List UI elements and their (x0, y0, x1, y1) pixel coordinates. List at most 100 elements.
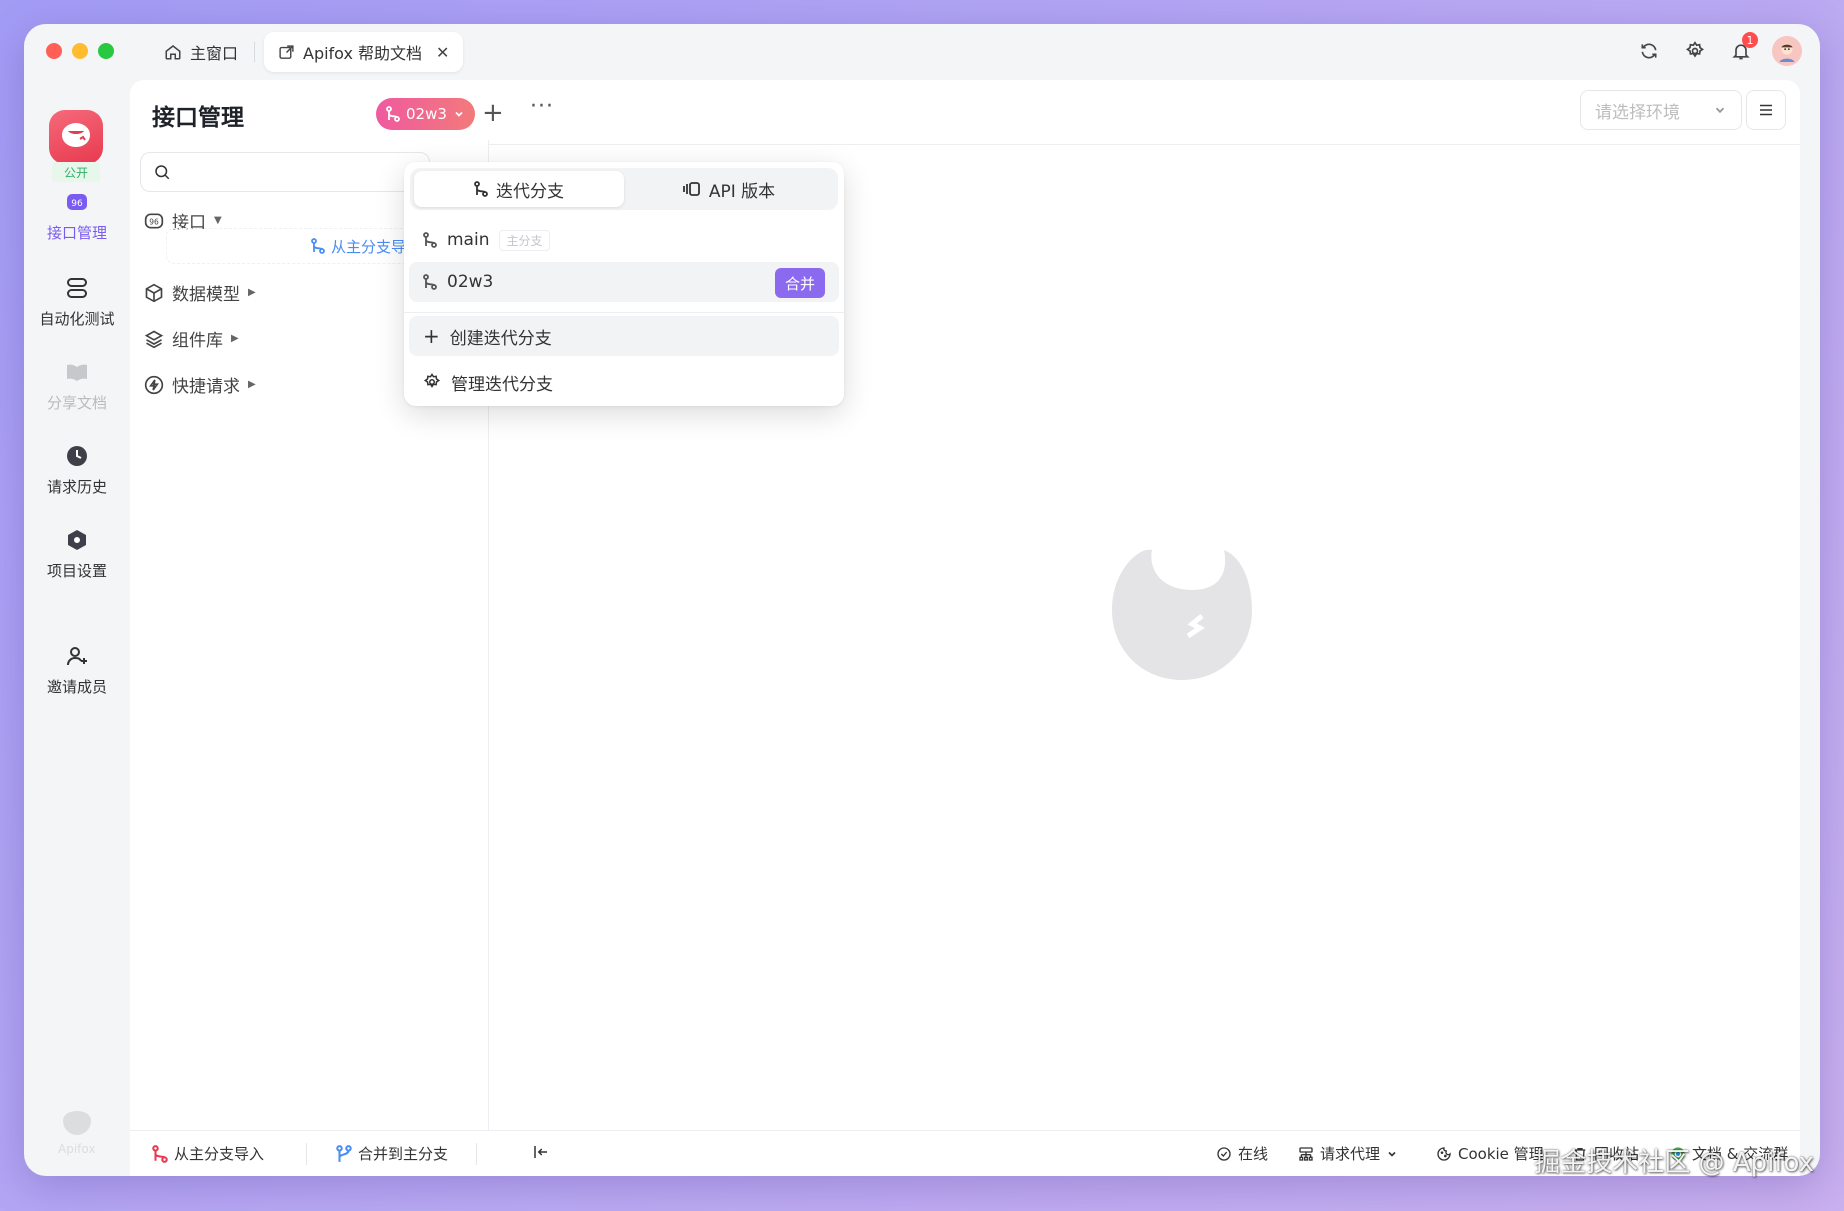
hamburger-menu-icon[interactable] (1746, 90, 1786, 130)
layers-icon (144, 330, 164, 348)
book-icon (67, 364, 87, 381)
collapse-sidebar-icon[interactable] (532, 1143, 550, 1161)
more-options-icon[interactable]: ··· (530, 94, 554, 119)
svg-text:96: 96 (149, 217, 159, 226)
add-button[interactable]: + (482, 98, 504, 128)
project-logo[interactable] (49, 110, 103, 164)
rail-item-label: 接口管理 (46, 224, 107, 242)
caret-right-icon[interactable]: ▶ (248, 287, 256, 298)
page-title: 接口管理 (152, 105, 244, 131)
brand-label: Apifox (58, 1142, 96, 1156)
rail-item-project-settings[interactable]: 项目设置 (24, 528, 130, 581)
bottom-merge-label: 合并到主分支 (358, 1145, 449, 1163)
seg-label: 迭代分支 (496, 181, 564, 202)
seg-label: API 版本 (708, 181, 776, 202)
online-label: 在线 (1238, 1145, 1269, 1163)
rail-item-request-history[interactable]: 请求历史 (24, 444, 130, 497)
check-circle-icon (1217, 1146, 1231, 1161)
create-branch-label: 创建迭代分支 (449, 328, 552, 349)
settings-gear-icon[interactable] (1680, 36, 1710, 66)
manage-branches-option[interactable]: 管理迭代分支 (409, 362, 839, 402)
branch-icon (152, 1144, 168, 1163)
branch-option-name: main (447, 230, 490, 250)
branch-switcher[interactable]: 02w3 (376, 98, 475, 130)
rail-item-share-docs[interactable]: 分享文档 (24, 360, 130, 413)
network-icon (1299, 1146, 1313, 1161)
bottom-import-label: 从主分支导入 (174, 1145, 265, 1163)
refresh-icon[interactable] (1634, 36, 1664, 66)
environment-select[interactable]: 请选择环境 (1580, 90, 1742, 130)
tab-api-version[interactable]: API 版本 (624, 171, 834, 207)
create-branch-option[interactable]: + 创建迭代分支 (409, 316, 839, 356)
home-icon (165, 45, 181, 60)
close-tab-icon[interactable]: ✕ (436, 43, 449, 62)
merge-icon (336, 1144, 352, 1162)
title-bar: 主窗口 Apifox 帮助文档 ✕ 1 (24, 24, 1820, 80)
api-icon: 96 (67, 194, 87, 210)
caret-right-icon[interactable]: ▶ (231, 333, 239, 344)
rail-item-api-management[interactable]: 96 接口管理 (24, 190, 130, 243)
maximize-window-button[interactable] (98, 43, 114, 59)
rail-item-label: 请求历史 (46, 478, 107, 496)
merge-to-main-button[interactable]: 合并到主分支 (336, 1143, 448, 1164)
branch-icon (386, 106, 400, 122)
rail-item-label: 邀请成员 (46, 678, 107, 696)
stack-icon (67, 278, 87, 298)
tab-help-docs[interactable]: Apifox 帮助文档 ✕ (264, 32, 464, 72)
branch-icon (423, 232, 437, 248)
tree-item-data-model[interactable]: 数据模型 ▶ (144, 280, 256, 305)
cookie-icon (1437, 1146, 1451, 1161)
public-badge: 公开 (52, 162, 100, 182)
online-status[interactable]: 在线 (1216, 1143, 1268, 1164)
header-divider (489, 144, 1800, 145)
tab-main-window[interactable]: 主窗口 (150, 32, 252, 72)
left-rail: 公开 96 接口管理 自动化测试 分享文档 请求历史 项目设置 邀请成员 Api… (24, 80, 130, 1176)
versions-icon (682, 182, 700, 196)
branch-dropdown: 迭代分支 API 版本 main 主分支 02w3 合并 + 创建迭代分支 管理… (404, 162, 844, 406)
cube-icon (145, 283, 163, 302)
tab-label: Apifox 帮助文档 (303, 44, 423, 63)
external-link-icon (279, 44, 294, 59)
branch-icon (423, 274, 437, 290)
api-icon: 96 (144, 213, 164, 228)
tree-item-quick-request[interactable]: 快捷请求 ▶ (144, 372, 256, 397)
chevron-down-icon (1715, 107, 1725, 114)
branch-option-main[interactable]: main 主分支 (409, 220, 839, 260)
tab-iteration-branch[interactable]: 迭代分支 (414, 171, 624, 207)
chevron-down-icon (1388, 1151, 1396, 1157)
rail-item-invite-members[interactable]: 邀请成员 (24, 644, 130, 697)
gear-icon (423, 373, 441, 388)
apifox-fox-icon (1112, 549, 1252, 680)
chevron-down-icon (455, 111, 463, 117)
branch-option-name: 02w3 (447, 272, 494, 292)
notification-badge: 1 (1742, 32, 1758, 48)
search-icon (155, 165, 170, 180)
caret-right-icon[interactable]: ▶ (248, 379, 256, 390)
cookie-management-button[interactable]: Cookie 管理 (1436, 1143, 1544, 1164)
request-proxy-select[interactable]: 请求代理 (1298, 1143, 1398, 1164)
tree-item-label: 组件库 (172, 331, 223, 351)
cookie-label: Cookie 管理 (1458, 1145, 1544, 1163)
import-from-main-link[interactable]: 从主分支导入 (166, 228, 428, 264)
clock-icon (67, 446, 87, 466)
titlebar-actions: 1 (1634, 32, 1802, 66)
caret-down-icon[interactable]: ▼ (214, 215, 222, 226)
rail-item-label: 自动化测试 (39, 310, 115, 328)
tab-divider (254, 42, 255, 62)
apifox-brand-mark: Apifox (58, 1109, 95, 1156)
rail-item-automation-test[interactable]: 自动化测试 (24, 276, 130, 329)
empty-state-logo (1092, 530, 1252, 694)
bolt-icon (144, 375, 164, 394)
notification-bell-icon[interactable]: 1 (1726, 32, 1758, 66)
minimize-window-button[interactable] (72, 43, 88, 59)
user-avatar[interactable] (1772, 36, 1802, 66)
close-window-button[interactable] (46, 43, 62, 59)
community-watermark: 掘金技术社区 @ Apifox (1534, 1148, 1814, 1178)
environment-placeholder: 请选择环境 (1595, 102, 1680, 123)
merge-button[interactable]: 合并 (774, 268, 825, 298)
import-from-main-button[interactable]: 从主分支导入 (152, 1143, 264, 1164)
rail-item-label: 分享文档 (46, 394, 107, 412)
search-input[interactable] (140, 152, 430, 192)
tree-item-components[interactable]: 组件库 ▶ (144, 326, 239, 351)
branch-option-02w3[interactable]: 02w3 合并 (409, 262, 839, 302)
